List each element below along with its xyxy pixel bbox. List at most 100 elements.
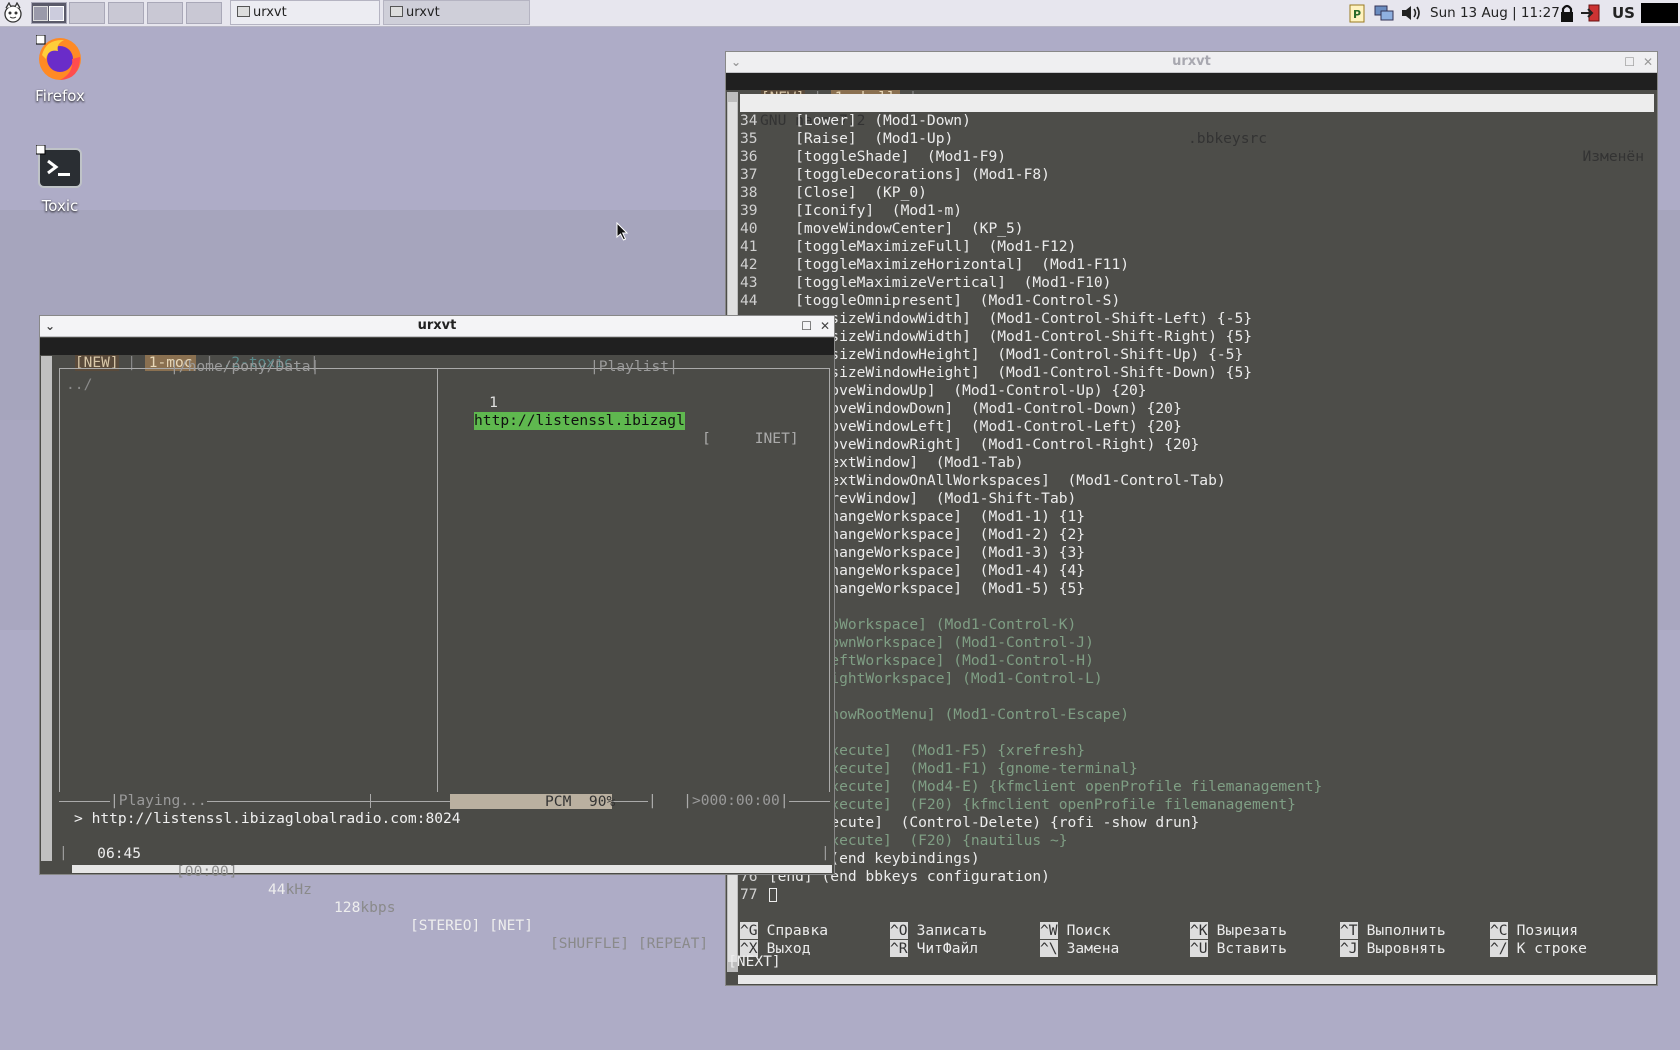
nano-line[interactable]: 37 [toggleDecorations] (Mod1-F8) (740, 166, 1050, 184)
menu-icon[interactable] (2, 1, 24, 24)
total-time: | |>000:00:00| (648, 792, 789, 810)
shortcut-label: Выровнять (1366, 940, 1446, 957)
desktop-icon-label: Firefox (35, 87, 85, 105)
clock[interactable]: Sun 13 Aug | 11:27 (1430, 3, 1560, 23)
nano-line-number: 44 (740, 292, 758, 309)
network-icon[interactable] (1373, 3, 1395, 23)
nano-line[interactable]: 43 [toggleMaximizeVertical] (Mod1-F10) (740, 274, 1111, 292)
nano-editor-body[interactable]: 34 [Lower] (Mod1-Down) 35 [Raise] (Mod1-U… (740, 112, 1654, 912)
nano-shortcut-bar: ^G Справка ^O Записать ^W Поиск ^K Вырезать ^T Вы… (740, 922, 1654, 962)
nano-line-number: 39 (740, 202, 758, 219)
shortcut-key: ^R (890, 940, 908, 957)
flags-on: [STEREO] [NET] (410, 917, 534, 934)
top-panel: urxvt urxvt P Sun 13 Aug | 11:27 US (0, 0, 1680, 27)
playlist-item-number: 1 (489, 394, 498, 411)
nano-line[interactable]: 38 [Close] (KP_0) (740, 184, 927, 202)
shortcut-key: ^U (1190, 940, 1208, 957)
nano-shortcut[interactable]: ^\ Замена (1040, 940, 1119, 958)
nano-line-text: [Iconify] (Mod1-m) (760, 202, 963, 219)
sample-rate-unit: kHz (285, 881, 312, 898)
nano-line-text: xecute] (F20) {kfmclient openProfile fil… (760, 796, 1296, 813)
logout-icon[interactable] (1580, 3, 1602, 23)
nano-line-number: 38 (740, 184, 758, 201)
show-desktop-button[interactable] (1641, 3, 1678, 23)
workspace-5[interactable] (186, 2, 222, 24)
window-titlebar[interactable]: ⌄ urxvt ☐ ✕ (726, 52, 1657, 73)
window-title: urxvt (1172, 54, 1211, 69)
sample-rate: 44kHz (268, 881, 312, 899)
playing-status-label: Playing... (118, 792, 207, 809)
shortcut-label: Выполнить (1366, 922, 1446, 939)
workspace-4[interactable] (147, 2, 183, 24)
maximize-icon[interactable]: ☐ (801, 318, 812, 334)
nano-line[interactable]: 35 [Raise] (Mod1-Up) (740, 130, 953, 148)
lock-icon[interactable] (1558, 3, 1576, 23)
shortcut-label: Поиск (1066, 922, 1111, 939)
window-menu-icon[interactable]: ⌄ (45, 318, 55, 334)
window-menu-icon[interactable]: ⌄ (731, 54, 741, 70)
nano-line-number: 42 (740, 256, 758, 273)
nano-shortcut[interactable]: ^O Записать (890, 922, 987, 940)
maximize-icon[interactable]: ☐ (1624, 54, 1635, 70)
nano-shortcut[interactable]: ^C Позиция (1490, 922, 1578, 940)
nano-shortcut[interactable]: ^W Поиск (1040, 922, 1111, 940)
scrollbar[interactable] (41, 356, 52, 861)
close-icon[interactable]: ✕ (820, 318, 830, 334)
keyboard-layout[interactable]: US (1612, 3, 1635, 23)
workspace-2[interactable] (69, 2, 105, 24)
playlist-item[interactable]: 1 http://listenssl.ibizagl [ INET] (454, 376, 826, 466)
volume-icon[interactable] (1400, 3, 1424, 23)
nano-line-number: 34 (740, 112, 758, 129)
nano-shortcut[interactable]: ^J Выровнять (1340, 940, 1446, 958)
taskbar-item-label: urxvt (253, 5, 287, 20)
taskbar-item-label: urxvt (406, 5, 440, 20)
horizontal-scrollbar[interactable] (738, 975, 1656, 984)
workspace-3[interactable] (108, 2, 144, 24)
nano-line-text: xecute] (Mod4-E) {kfmclient openProfile … (760, 778, 1323, 795)
terminal-window-icon (237, 6, 250, 17)
nano-line-text: [toggleDecorations] (Mod1-F8) (760, 166, 1050, 183)
nano-shortcut[interactable]: ^K Вырезать (1190, 922, 1287, 940)
shortcut-key: ^W (1040, 922, 1058, 939)
bitrate-value: 128 (334, 899, 361, 916)
nano-line[interactable]: 42 [toggleMaximizeHorizontal] (Mod1-F11) (740, 256, 1129, 274)
nano-shortcut[interactable]: ^T Выполнить (1340, 922, 1446, 940)
now-playing: > http://listenssl.ibizaglobalradio.com:… (74, 810, 461, 827)
nano-line-text: [toggleMaximizeFull] (Mod1-F12) (760, 238, 1077, 255)
shortcut-label: К строке (1516, 940, 1587, 957)
nano-line-text (760, 886, 769, 903)
close-icon[interactable]: ✕ (1643, 54, 1653, 70)
nano-line[interactable]: 41 [toggleMaximizeFull] (Mod1-F12) (740, 238, 1076, 256)
nano-line[interactable]: 39 [Iconify] (Mod1-m) (740, 202, 962, 220)
shortcut-key: ^\ (1040, 940, 1058, 957)
nano-shortcut[interactable]: ^U Вставить (1190, 940, 1287, 958)
desktop-icon-toxic[interactable]: Toxic (15, 144, 105, 215)
clipboard-icon[interactable]: P (1348, 3, 1366, 23)
terminal-window-icon (390, 6, 403, 17)
nano-terminal-window[interactable]: ⌄ urxvt ☐ ✕ [NEW] | 1-shell | GNU nano 7… (725, 51, 1658, 986)
shortcut-key: ^C (1490, 922, 1508, 939)
nano-shortcut[interactable]: ^G Справка (740, 922, 828, 940)
desktop-icon-firefox[interactable]: Firefox (15, 34, 105, 105)
taskbar-item[interactable]: urxvt (230, 0, 380, 25)
nano-line[interactable]: 34 [Lower] (Mod1-Down) (740, 112, 971, 130)
taskbar-item[interactable]: urxvt (383, 0, 530, 25)
playlist-title: |Playlist| (590, 358, 678, 375)
parent-dir-entry[interactable]: ../ (66, 376, 92, 394)
bottom-frame-line: | (59, 844, 68, 861)
moc-terminal-window[interactable]: ⌄ urxvt ☐ ✕ [NEW] | 1-moc | .2-toxic. | … (39, 315, 835, 970)
nano-line[interactable]: 77 (740, 886, 769, 904)
nano-line[interactable]: 40 [moveWindowCenter] (KP_5) (740, 220, 1024, 238)
playing-status: |Playing... (110, 792, 207, 810)
nano-shortcut[interactable]: ^R ЧитФайл (890, 940, 978, 958)
nano-shortcut[interactable]: ^/ К строке (1490, 940, 1587, 958)
nano-line[interactable]: 44 [toggleOmnipresent] (Mod1-Control-S) (740, 292, 1120, 310)
shortcut-key: ^G (740, 922, 758, 939)
nano-line[interactable]: 36 [toggleShade] (Mod1-F9) (740, 148, 1006, 166)
file-panel-title: |/home/pony/Data| (170, 358, 320, 375)
terminal-icon (35, 144, 82, 188)
nano-line-text: [moveWindowCenter] (KP_5) (760, 220, 1024, 237)
window-titlebar[interactable]: ⌄ urxvt ☐ ✕ (40, 316, 834, 337)
shortcut-label: Вставить (1216, 940, 1287, 957)
nano-line-number: 36 (740, 148, 758, 165)
